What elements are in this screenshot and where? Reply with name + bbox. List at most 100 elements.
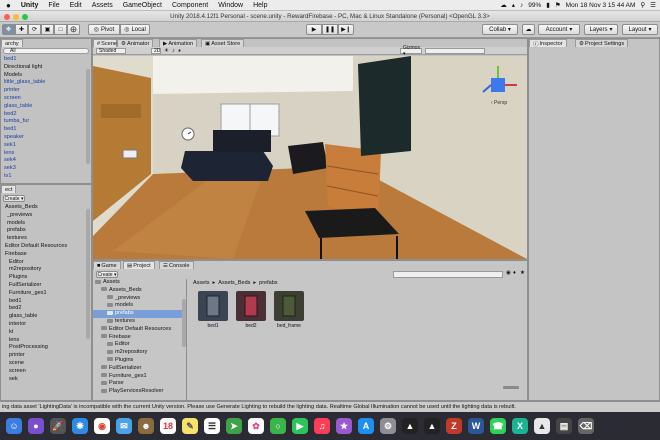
- launchpad-icon[interactable]: 🚀: [50, 418, 66, 434]
- flag-icon[interactable]: ⚑: [555, 1, 561, 9]
- hierarchy-search-input[interactable]: All: [3, 48, 89, 54]
- menu-window[interactable]: Window: [213, 2, 248, 9]
- asset-bed-frame[interactable]: bed_frame: [274, 291, 304, 329]
- hierarchy-item[interactable]: bed1: [1, 56, 87, 64]
- whatsapp-icon[interactable]: ☎: [490, 418, 506, 434]
- hierarchy-item[interactable]: Models: [1, 72, 87, 80]
- project-search-input[interactable]: [393, 271, 503, 278]
- tree-item[interactable]: _previews: [93, 295, 186, 303]
- collab-button[interactable]: Collab ▾: [482, 24, 518, 35]
- hierarchy-item[interactable]: screen: [1, 95, 87, 103]
- scene-search-input[interactable]: [425, 47, 486, 54]
- tab-project-settings[interactable]: ⚙ Project Settings: [575, 39, 629, 47]
- hierarchy-item[interactable]: bed1: [1, 126, 87, 134]
- tab-game[interactable]: ■ Game: [93, 261, 121, 269]
- project-item[interactable]: _previews: [3, 212, 87, 220]
- hierarchy-item[interactable]: printer: [1, 87, 87, 95]
- calendar-icon[interactable]: 18: [160, 418, 176, 434]
- safari-icon[interactable]: ❋: [72, 418, 88, 434]
- audio-toggle-icon[interactable]: ♪: [172, 48, 175, 54]
- local-toggle[interactable]: ◎ Local: [120, 24, 150, 35]
- project-item[interactable]: Editor: [3, 259, 87, 267]
- project-item[interactable]: scene: [3, 360, 87, 368]
- tree-item[interactable]: Plugins: [93, 357, 186, 365]
- bottom-create-button[interactable]: Create ▾: [96, 271, 118, 278]
- menu-assets[interactable]: Assets: [87, 2, 118, 9]
- tree-item[interactable]: Assets_Beds: [93, 287, 186, 295]
- effects-toggle-icon[interactable]: ◕: [178, 48, 181, 54]
- project-item[interactable]: Firebase: [3, 251, 87, 259]
- unity-hub-icon[interactable]: ▲: [402, 418, 418, 434]
- asset-bed2[interactable]: bed2: [236, 291, 266, 329]
- minimize-window-button[interactable]: [13, 13, 19, 20]
- star-icon[interactable]: ★: [520, 270, 525, 276]
- tab-animation[interactable]: ▶ Animation: [159, 39, 198, 47]
- hierarchy-item[interactable]: sek1: [1, 142, 87, 150]
- project-item[interactable]: screen: [3, 368, 87, 376]
- folder-tree-scrollbar[interactable]: [182, 299, 186, 347]
- move-tool-icon[interactable]: ✚: [15, 24, 28, 35]
- shading-mode-dropdown[interactable]: Shaded: [96, 47, 126, 54]
- facetime-icon[interactable]: ▶: [292, 418, 308, 434]
- menu-help[interactable]: Help: [248, 2, 272, 9]
- tab-project-bottom[interactable]: ▤ Project: [123, 261, 155, 269]
- hierarchy-item[interactable]: speaker: [1, 134, 87, 142]
- project-item[interactable]: prefabs: [3, 227, 87, 235]
- tab-scene[interactable]: # Scene: [93, 39, 117, 47]
- maps-icon[interactable]: ➤: [226, 418, 242, 434]
- tab-project[interactable]: ect: [1, 185, 17, 193]
- notes-icon[interactable]: ✎: [182, 418, 198, 434]
- tree-item[interactable]: m2repository: [93, 349, 186, 357]
- tree-item[interactable]: Parse: [93, 380, 186, 388]
- project-item[interactable]: kt: [3, 329, 87, 337]
- 2d-toggle[interactable]: 2D: [151, 47, 161, 54]
- system-preferences-icon[interactable]: ⚙: [380, 418, 396, 434]
- unity-project-icon[interactable]: ▲: [534, 418, 550, 434]
- project-item[interactable]: lens: [3, 337, 87, 345]
- project-item[interactable]: models: [3, 220, 87, 228]
- project-item[interactable]: FullSerializer: [3, 282, 87, 290]
- hierarchy-item[interactable]: sek3: [1, 165, 87, 173]
- hierarchy-item[interactable]: bed2: [1, 111, 87, 119]
- finder-icon[interactable]: ☺: [6, 418, 22, 434]
- project-item[interactable]: m2repository: [3, 266, 87, 274]
- hand-tool-icon[interactable]: ✥: [2, 24, 15, 35]
- layout-dropdown[interactable]: Layout ▾: [622, 24, 658, 35]
- rotate-tool-icon[interactable]: ⟳: [28, 24, 41, 35]
- apple-icon[interactable]: ●: [0, 1, 16, 10]
- tree-item[interactable]: PlayServicesResolver: [93, 388, 186, 396]
- layers-dropdown[interactable]: Layers ▾: [584, 24, 618, 35]
- project-left-scrollbar[interactable]: [86, 209, 90, 339]
- project-item[interactable]: Editor Default Resources: [3, 243, 87, 251]
- cloud-icon[interactable]: ☁: [500, 1, 507, 9]
- filter-label-icon[interactable]: ♦: [513, 270, 516, 276]
- breadcrumb-item[interactable]: Assets_Beds: [218, 280, 250, 286]
- tab-console[interactable]: ☰ Console: [159, 261, 194, 269]
- thumbnail-size-slider[interactable]: [503, 386, 519, 389]
- project-item[interactable]: interior: [3, 321, 87, 329]
- tree-item[interactable]: FullSerializer: [93, 365, 186, 373]
- tree-item[interactable]: Firebase: [93, 334, 186, 342]
- project-item[interactable]: PostProcessing: [3, 344, 87, 352]
- hierarchy-item[interactable]: sek4: [1, 157, 87, 165]
- project-item[interactable]: textures: [3, 235, 87, 243]
- messages-icon[interactable]: ○: [270, 418, 286, 434]
- project-item[interactable]: Furniture_ges1: [3, 290, 87, 298]
- scene-gizmo-cube[interactable]: [491, 78, 505, 92]
- step-icon[interactable]: ▶❙: [338, 24, 354, 35]
- tab-animator[interactable]: ⚙ Animator: [117, 39, 154, 47]
- lighting-toggle-icon[interactable]: ☀: [164, 48, 169, 54]
- books-icon[interactable]: ★: [336, 418, 352, 434]
- scale-tool-icon[interactable]: ▣: [41, 24, 54, 35]
- project-item[interactable]: Plugins: [3, 274, 87, 282]
- spotlight-search-icon[interactable]: ⚲: [640, 1, 645, 9]
- music-icon[interactable]: ♫: [314, 418, 330, 434]
- menu-unity[interactable]: Unity: [16, 2, 44, 9]
- project-item[interactable]: printer: [3, 352, 87, 360]
- battery-icon[interactable]: ▮: [546, 1, 550, 9]
- photos-icon[interactable]: ✿: [248, 418, 264, 434]
- account-dropdown[interactable]: Account ▾: [538, 24, 580, 35]
- close-window-button[interactable]: [4, 13, 10, 20]
- project-create-button[interactable]: Create ▾: [3, 195, 25, 202]
- hierarchy-item[interactable]: tv1: [1, 173, 87, 181]
